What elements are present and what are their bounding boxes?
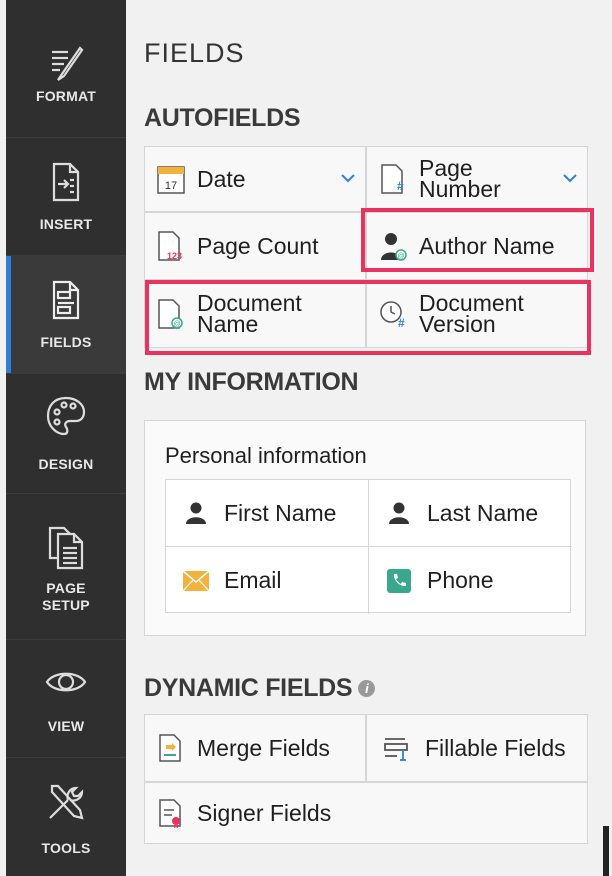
phone-label: Phone bbox=[427, 567, 494, 593]
merge-fields-button[interactable]: Merge Fields bbox=[144, 714, 366, 782]
first-name-field-button[interactable]: First Name bbox=[166, 480, 369, 547]
svg-text:@: @ bbox=[173, 321, 180, 328]
my-information-heading: MY INFORMATION bbox=[144, 368, 359, 396]
page-setup-icon bbox=[44, 524, 88, 570]
insert-page-icon bbox=[44, 160, 88, 204]
rail-item-tools[interactable]: TOOLS bbox=[6, 758, 126, 876]
signer-fields-icon bbox=[155, 797, 187, 829]
chevron-down-icon[interactable] bbox=[563, 170, 577, 188]
tools-icon bbox=[44, 780, 88, 824]
personal-information-title: Personal information bbox=[165, 443, 367, 468]
page-count-label: Page Count bbox=[197, 232, 319, 259]
person-icon bbox=[385, 499, 413, 527]
page-count-icon: 123 bbox=[155, 230, 187, 262]
document-version-label: Document Version bbox=[419, 290, 524, 337]
last-name-field-button[interactable]: Last Name bbox=[369, 480, 572, 547]
autofields-heading: AUTOFIELDS bbox=[144, 104, 301, 132]
rail-item-fields[interactable]: FIELDS bbox=[6, 256, 126, 374]
envelope-icon bbox=[182, 567, 210, 595]
signer-fields-label: Signer Fields bbox=[197, 799, 332, 826]
calendar-icon: 17 bbox=[155, 163, 187, 195]
date-field-button[interactable]: 17 Date bbox=[144, 146, 366, 212]
side-toolbar: FORMAT INSERT FIELDS DESIGN PAGE SETUP V… bbox=[6, 0, 126, 876]
edge-bar bbox=[603, 826, 609, 876]
palette-icon bbox=[44, 394, 88, 438]
rail-item-design[interactable]: DESIGN bbox=[6, 374, 126, 494]
svg-text:17: 17 bbox=[165, 180, 177, 192]
rail-item-format[interactable]: FORMAT bbox=[6, 0, 126, 138]
rail-item-page-setup[interactable]: PAGE SETUP bbox=[6, 494, 126, 640]
rail-label-format: FORMAT bbox=[35, 88, 97, 104]
email-label: Email bbox=[224, 567, 282, 593]
rail-label-page-setup: PAGE SETUP bbox=[42, 580, 90, 613]
rail-label-tools: TOOLS bbox=[41, 840, 91, 856]
svg-text:@: @ bbox=[397, 253, 404, 260]
signer-fields-button[interactable]: Signer Fields bbox=[144, 782, 588, 844]
format-brush-icon bbox=[44, 44, 88, 88]
email-field-button[interactable]: Email bbox=[166, 547, 369, 614]
rail-label-fields: FIELDS bbox=[40, 334, 92, 350]
svg-text:123: 123 bbox=[167, 251, 182, 261]
dynamic-fields-heading-text: DYNAMIC FIELDS bbox=[144, 674, 353, 702]
dynamic-fields-heading: DYNAMIC FIELDS i bbox=[144, 674, 376, 703]
document-name-icon: @ bbox=[155, 298, 187, 330]
fillable-fields-button[interactable]: Fillable Fields bbox=[366, 714, 588, 782]
rail-item-view[interactable]: VIEW bbox=[6, 640, 126, 758]
fields-doc-icon bbox=[44, 278, 88, 322]
author-icon: @ bbox=[377, 230, 409, 262]
person-icon bbox=[182, 499, 210, 527]
svg-text:#: # bbox=[398, 316, 405, 329]
author-name-field-button[interactable]: @ Author Name bbox=[366, 212, 588, 280]
last-name-label: Last Name bbox=[427, 499, 539, 526]
rail-label-view: VIEW bbox=[47, 718, 85, 734]
document-version-icon: # bbox=[377, 298, 409, 330]
page-number-field-button[interactable]: # Page Number bbox=[366, 146, 588, 212]
page-number-icon: # bbox=[377, 163, 409, 195]
rail-item-insert[interactable]: INSERT bbox=[6, 138, 126, 256]
document-version-field-button[interactable]: # Document Version bbox=[366, 280, 588, 348]
document-name-field-button[interactable]: @ Document Name bbox=[144, 280, 366, 348]
date-label: Date bbox=[197, 165, 246, 192]
svg-text:#: # bbox=[397, 179, 404, 193]
personal-information-grid: First Name Last Name Email Phone bbox=[165, 479, 572, 614]
merge-fields-label: Merge Fields bbox=[197, 734, 330, 761]
merge-fields-icon bbox=[155, 732, 187, 764]
page-number-label: Page Number bbox=[419, 155, 501, 202]
rail-label-design: DESIGN bbox=[38, 456, 94, 472]
fillable-fields-label: Fillable Fields bbox=[425, 734, 566, 761]
document-name-label: Document Name bbox=[197, 290, 302, 337]
phone-field-button[interactable]: Phone bbox=[369, 547, 572, 614]
page-count-field-button[interactable]: 123 Page Count bbox=[144, 212, 366, 280]
first-name-label: First Name bbox=[224, 499, 337, 526]
panel-title: FIELDS bbox=[144, 38, 245, 68]
personal-information-card: Personal information First Name Last Nam… bbox=[144, 420, 586, 636]
info-icon[interactable]: i bbox=[358, 680, 376, 697]
author-name-label: Author Name bbox=[419, 232, 555, 259]
chevron-down-icon[interactable] bbox=[341, 170, 355, 188]
eye-icon bbox=[44, 660, 88, 704]
fields-panel: FIELDS AUTOFIELDS 17 Date # Page Number … bbox=[126, 0, 612, 876]
rail-label-insert: INSERT bbox=[39, 216, 93, 232]
fillable-fields-icon bbox=[381, 732, 413, 764]
phone-icon bbox=[385, 567, 413, 595]
